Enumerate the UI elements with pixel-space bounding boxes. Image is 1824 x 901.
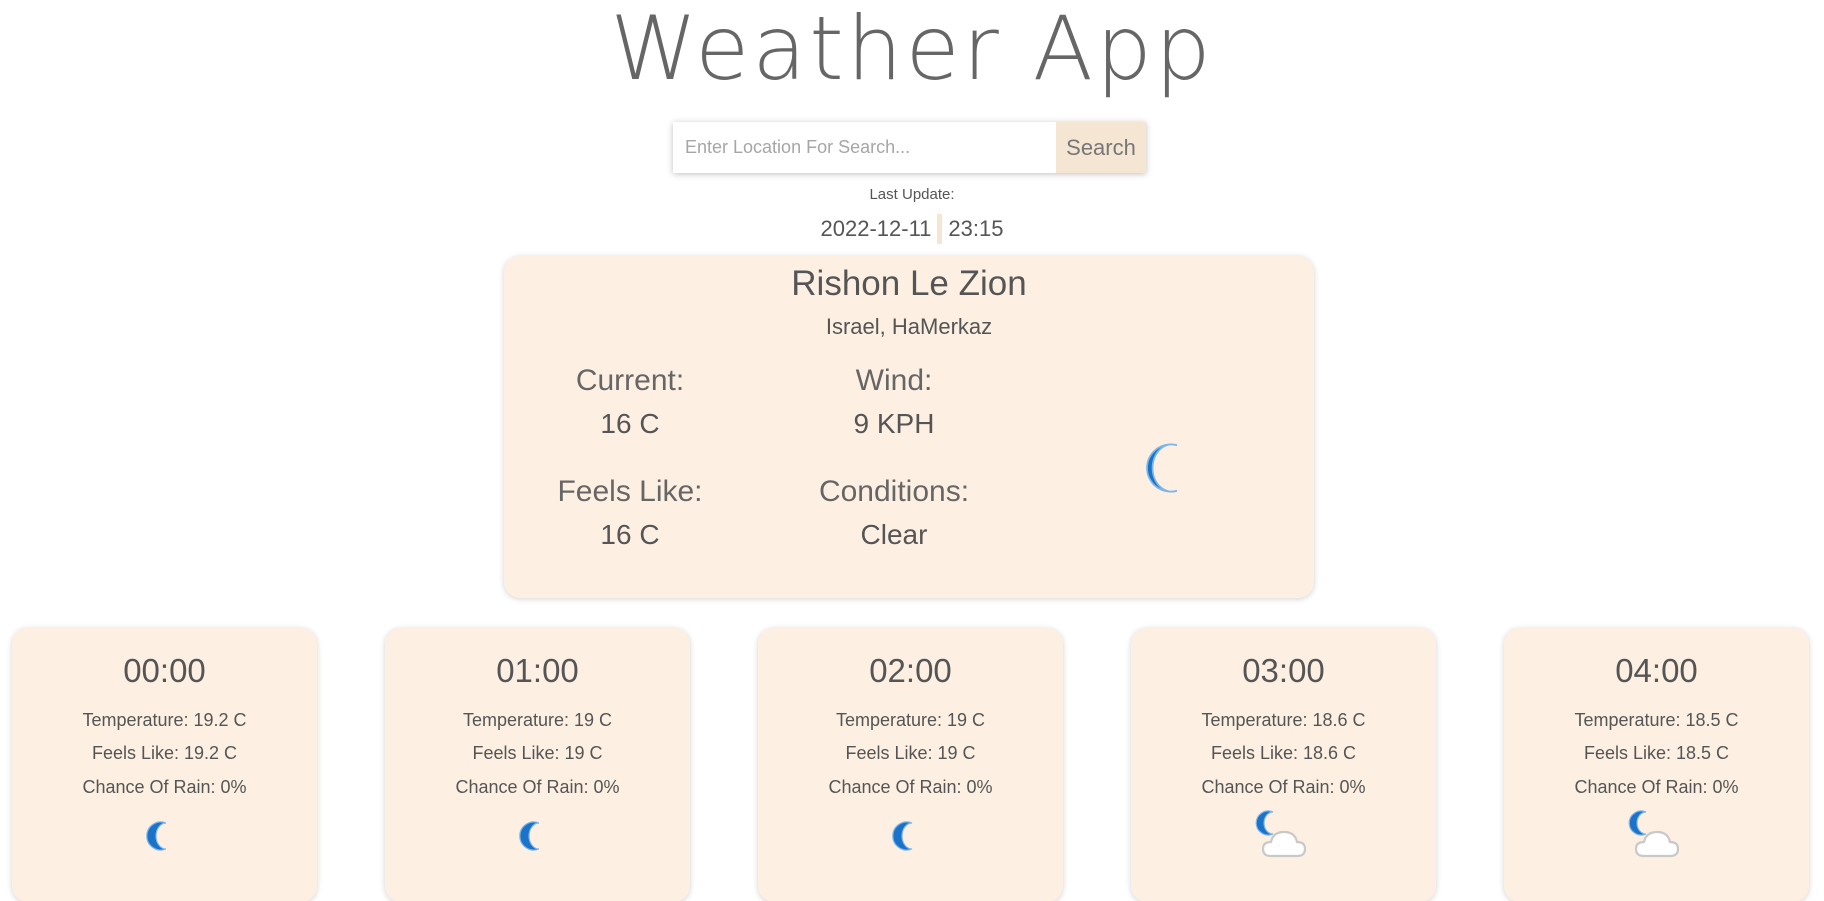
hour-temperature: Temperature: 19 C xyxy=(462,710,613,730)
hour-chance-of-rain: Chance Of Rain: 0% xyxy=(1201,777,1366,797)
conditions-value: Clear xyxy=(860,519,928,550)
hourly-card: 00:00 Temperature: 19.2 C Feels Like: 19… xyxy=(12,628,317,901)
wind-stat: Wind: 9 KPH xyxy=(794,364,994,440)
hourly-card: 04:00 Temperature: 18.5 C Feels Like: 18… xyxy=(1504,628,1809,901)
feels-like-stat: Feels Like: 16 C xyxy=(530,475,730,551)
moon-icon xyxy=(892,821,913,851)
city-name: Rishon Le Zion xyxy=(791,264,1027,303)
last-update: 2022-12-11 23:15 xyxy=(0,214,1824,244)
hour-chance-of-rain: Chance Of Rain: 0% xyxy=(82,777,247,797)
hour-chance-of-rain: Chance Of Rain: 0% xyxy=(828,777,993,797)
last-update-time: 23:15 xyxy=(948,216,1004,241)
hour-time: 02:00 xyxy=(869,652,952,689)
hourly-card: 01:00 Temperature: 19 C Feels Like: 19 C… xyxy=(385,628,690,901)
app-title: Weather App xyxy=(610,0,1214,100)
hour-time: 03:00 xyxy=(1242,652,1325,689)
current-temp-stat: Current: 16 C xyxy=(530,364,730,440)
current-temp-value: 16 C xyxy=(600,408,660,439)
hour-chance-of-rain: Chance Of Rain: 0% xyxy=(455,777,620,797)
weather-app-page: Weather App Search Last Update: 2022-12-… xyxy=(0,0,1824,901)
conditions-stat: Conditions: Clear xyxy=(794,475,994,551)
region-name: Israel, HaMerkaz xyxy=(825,314,993,339)
search-input[interactable] xyxy=(673,122,1056,173)
hour-time: 00:00 xyxy=(123,652,206,689)
search-bar: Search xyxy=(673,122,1146,173)
hour-time: 01:00 xyxy=(496,652,579,689)
feels-like-label: Feels Like: xyxy=(557,475,703,508)
moon-icon xyxy=(146,821,167,851)
feels-like-value: 16 C xyxy=(600,519,660,550)
hour-chance-of-rain: Chance Of Rain: 0% xyxy=(1574,777,1739,797)
wind-value: 9 KPH xyxy=(853,408,935,439)
current-temp-label: Current: xyxy=(575,364,685,397)
hour-feels-like: Feels Like: 18.6 C xyxy=(1210,743,1357,763)
hourly-card: 03:00 Temperature: 18.6 C Feels Like: 18… xyxy=(1131,628,1436,901)
last-update-divider xyxy=(937,214,943,244)
moon-icon xyxy=(519,821,540,851)
moon-cloud-icon xyxy=(1255,810,1307,858)
hour-feels-like: Feels Like: 18.5 C xyxy=(1583,743,1730,763)
hour-temperature: Temperature: 19 C xyxy=(835,710,986,730)
moon-icon xyxy=(1146,443,1178,493)
hour-temperature: Temperature: 18.6 C xyxy=(1201,710,1366,730)
hourly-card: 02:00 Temperature: 19 C Feels Like: 19 C… xyxy=(758,628,1063,901)
search-button[interactable]: Search xyxy=(1056,122,1146,173)
hour-feels-like: Feels Like: 19 C xyxy=(472,743,603,763)
hour-feels-like: Feels Like: 19 C xyxy=(845,743,976,763)
current-weather-card: Rishon Le Zion Israel, HaMerkaz Current:… xyxy=(504,256,1314,598)
hour-feels-like: Feels Like: 19.2 C xyxy=(91,743,238,763)
moon-cloud-icon xyxy=(1628,810,1680,858)
hour-temperature: Temperature: 18.5 C xyxy=(1574,710,1739,730)
last-update-date: 2022-12-11 xyxy=(820,216,932,241)
last-update-label: Last Update: xyxy=(869,186,955,203)
hour-temperature: Temperature: 19.2 C xyxy=(82,710,247,730)
hour-time: 04:00 xyxy=(1615,652,1698,689)
wind-label: Wind: xyxy=(855,364,933,397)
conditions-label: Conditions: xyxy=(818,475,970,508)
